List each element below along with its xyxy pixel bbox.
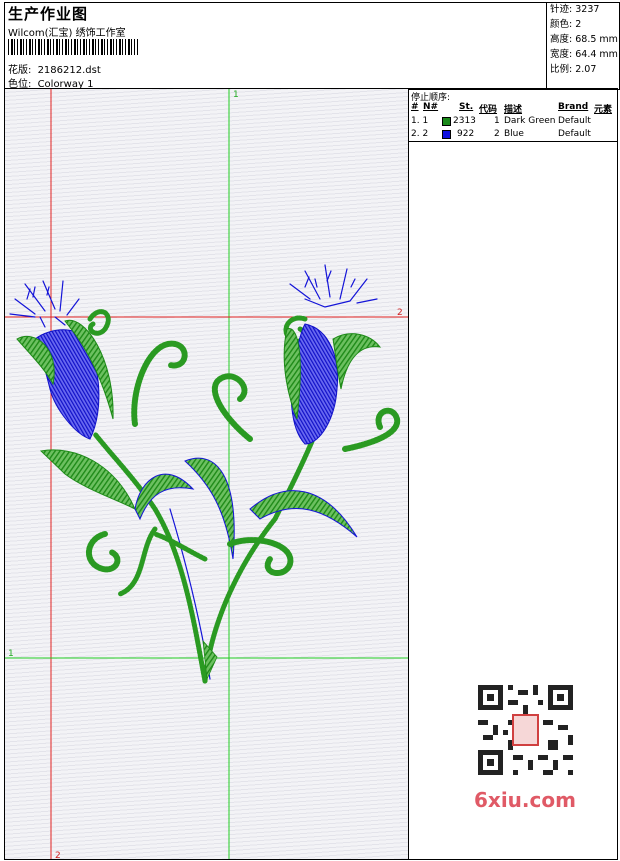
col-code: 代码 <box>479 105 498 115</box>
panel-divider <box>409 141 617 142</box>
color-count: 颜色: 2 <box>550 19 582 30</box>
guide-label-bottom: 2 <box>55 851 61 860</box>
guide-label-right: 2 <box>397 308 403 318</box>
design-file-row: 花版: 2186212.dst <box>8 61 101 76</box>
design-width: 宽度: 64.4 mm <box>550 49 618 60</box>
design-canvas: 1 2 1 2 <box>4 88 409 860</box>
table-row: 1. 1 2313 1 Dark Green Default <box>411 116 591 126</box>
color-swatch-blue <box>442 130 451 139</box>
col-brand: Brand <box>558 102 589 112</box>
guide-label-left: 1 <box>8 649 14 659</box>
embroidery-preview: 1 2 1 2 <box>5 89 408 860</box>
stats-panel: 针迹: 3237 颜色: 2 高度: 68.5 mm 宽度: 64.4 mm 比… <box>546 2 619 88</box>
stitch-count: 针迹: 3237 <box>550 4 600 15</box>
barcode <box>8 39 138 55</box>
col-description: 描述 <box>504 105 523 115</box>
guide-label-top: 1 <box>233 90 239 100</box>
watermark-logo: 6xiu.com <box>474 788 576 812</box>
col-stitches: St. <box>459 102 474 112</box>
table-row: 2. 2 922 2 Blue Default <box>411 129 591 139</box>
col-number: N# <box>423 102 439 112</box>
qr-code-graphic <box>468 680 583 780</box>
studio-subtitle: Wilcom(汇宝) 绣饰工作室 <box>8 28 126 39</box>
col-hash: # <box>411 102 419 112</box>
page-title: 生产作业图 <box>8 5 89 23</box>
color-swatch-green <box>442 117 451 126</box>
qr-code <box>468 680 583 805</box>
floral-embroidery <box>9 264 401 684</box>
design-scale: 比例: 2.07 <box>550 64 597 75</box>
design-height: 高度: 68.5 mm <box>550 34 618 45</box>
col-element: 元素 <box>594 105 613 115</box>
